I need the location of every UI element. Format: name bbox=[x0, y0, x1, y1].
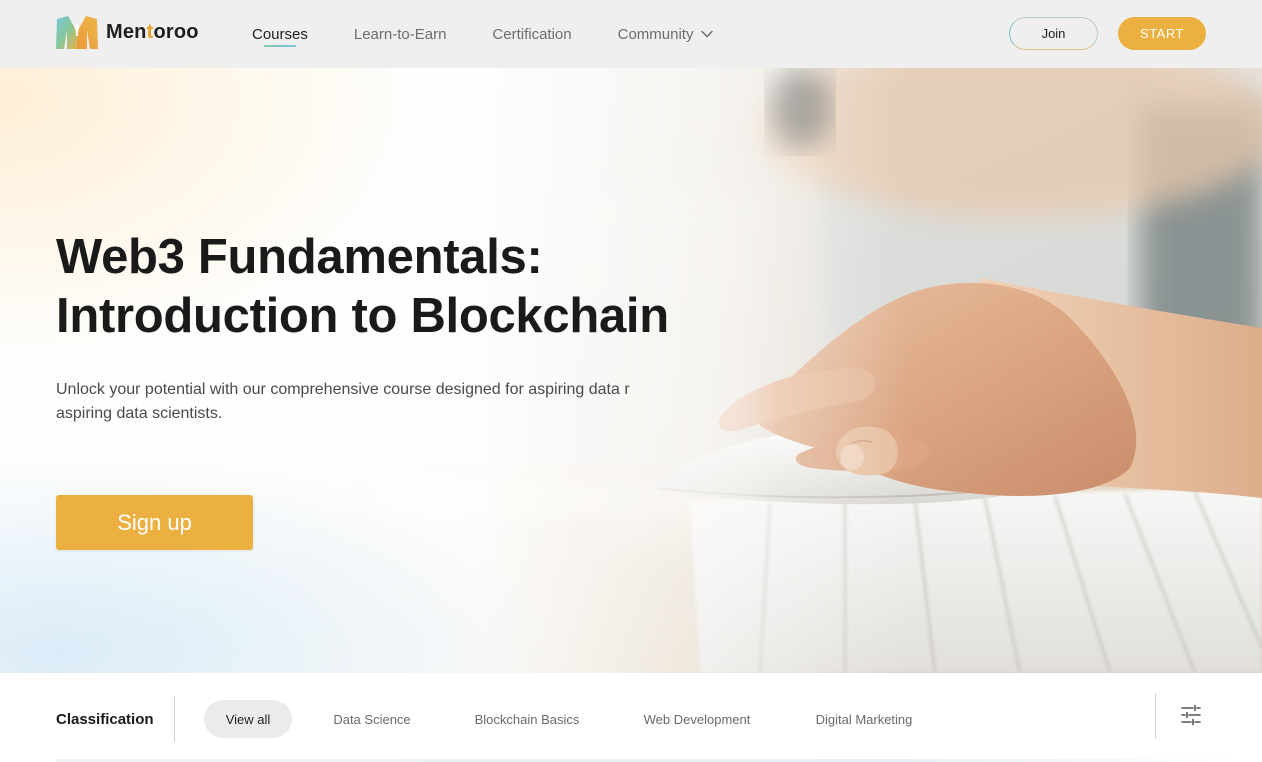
hero-banner: Web3 Fundamentals: Introduction to Block… bbox=[0, 68, 1262, 673]
nav-courses[interactable]: Courses bbox=[252, 0, 308, 68]
sign-up-button[interactable]: Sign up bbox=[56, 495, 253, 550]
chip-view-all[interactable]: View all bbox=[204, 700, 292, 738]
start-button[interactable]: START bbox=[1118, 17, 1206, 50]
logo-text-end: oroo bbox=[153, 21, 199, 43]
chip-data-science[interactable]: Data Science bbox=[322, 700, 422, 738]
hero-subtitle-line2: aspiring data scientists. bbox=[56, 405, 223, 422]
active-nav-indicator bbox=[264, 45, 296, 47]
nav-courses-label: Courses bbox=[252, 25, 308, 43]
logo-text-start: Men bbox=[106, 21, 147, 43]
classification-title: Classification bbox=[56, 711, 154, 728]
chevron-down-icon bbox=[701, 30, 714, 38]
chip-digital-marketing[interactable]: Digital Marketing bbox=[802, 700, 926, 738]
nav-certification-label: Certification bbox=[492, 25, 572, 43]
nav-learn-to-earn-label: Learn-to-Earn bbox=[353, 25, 447, 43]
hero-subtitle-line1: Unlock your potential with our comprehen… bbox=[56, 381, 630, 398]
classification-bar: Classification View all Data Science Blo… bbox=[0, 673, 1262, 762]
hero-title-line2: Introduction to Blockchain bbox=[56, 289, 669, 343]
divider bbox=[1155, 693, 1156, 739]
nav-learn-to-earn[interactable]: Learn-to-Earn bbox=[354, 0, 447, 68]
mentoroo-logo-icon bbox=[56, 16, 98, 49]
logo[interactable]: Mentoroo bbox=[56, 16, 199, 49]
hero-title: Web3 Fundamentals: Introduction to Block… bbox=[56, 228, 756, 346]
nav-certification[interactable]: Certification bbox=[492, 0, 571, 68]
join-button[interactable]: Join bbox=[1009, 17, 1098, 50]
sliders-icon[interactable] bbox=[1180, 704, 1202, 726]
divider bbox=[174, 696, 175, 742]
main-nav: Courses Learn-to-Earn Certification Comm… bbox=[252, 0, 759, 68]
chip-blockchain-basics[interactable]: Blockchain Basics bbox=[462, 700, 592, 738]
hero-cool-glow bbox=[0, 448, 560, 673]
nav-community-dropdown[interactable]: Community bbox=[618, 0, 714, 68]
chip-web-development[interactable]: Web Development bbox=[632, 700, 762, 738]
top-navigation-bar: Mentoroo Courses Learn-to-Earn Certifica… bbox=[0, 0, 1262, 68]
hero-subtitle: Unlock your potential with our comprehen… bbox=[56, 378, 666, 426]
nav-community-label: Community bbox=[617, 25, 694, 43]
logo-wordmark: Mentoroo bbox=[106, 21, 199, 44]
hero-title-line1: Web3 Fundamentals: bbox=[56, 230, 543, 284]
